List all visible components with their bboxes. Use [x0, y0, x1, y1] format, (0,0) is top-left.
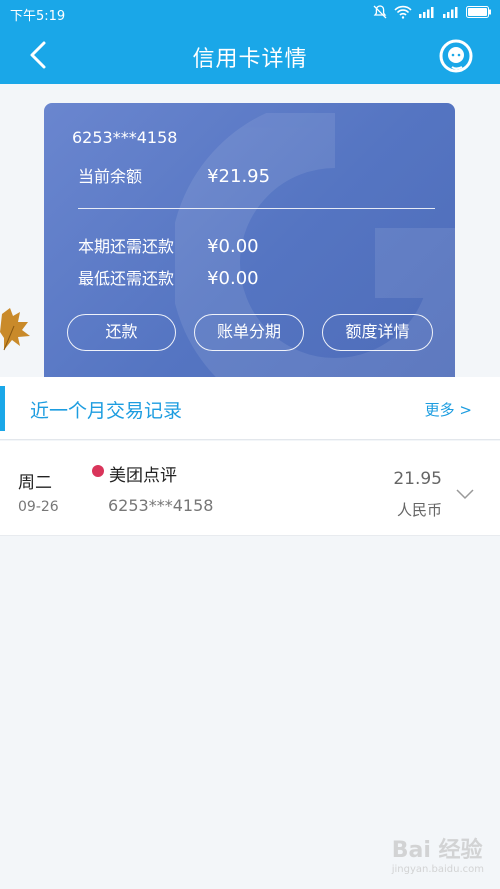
transactions-title: 近一个月交易记录: [30, 400, 183, 422]
card-number: 6253***4158: [72, 128, 178, 147]
app-header: 信用卡详情: [0, 27, 500, 84]
section-accent-bar: [0, 386, 5, 431]
signal-icon-2: [442, 6, 460, 22]
installment-button[interactable]: 账单分期: [194, 314, 304, 351]
transaction-day: 周二: [18, 473, 52, 493]
more-link[interactable]: 更多 >: [425, 399, 472, 420]
battery-icon: [466, 6, 492, 22]
due-row: 本期还需还款 ¥0.00: [78, 233, 259, 257]
transaction-card-number: 6253***4158: [108, 496, 214, 515]
balance-value: ¥21.95: [207, 166, 271, 187]
credit-card-panel: 6253***4158 当前余额 ¥21.95 本期还需还款 ¥0.00 最低还…: [44, 103, 455, 378]
card-divider: [78, 208, 435, 209]
status-icons: [372, 4, 492, 24]
due-label: 本期还需还款: [78, 237, 175, 256]
repay-button[interactable]: 还款: [67, 314, 176, 351]
transaction-merchant: 美团点评: [109, 466, 177, 486]
min-due-value: ¥0.00: [207, 268, 259, 289]
baidu-watermark: Bai 经验 jingyan.baidu.com: [392, 832, 484, 875]
min-due-row: 最低还需还款 ¥0.00: [78, 265, 259, 289]
chevron-down-icon[interactable]: [456, 488, 474, 500]
mute-bell-icon: [372, 4, 388, 24]
balance-label: 当前余额: [78, 167, 143, 186]
watermark-text: Bai 经验: [391, 838, 483, 863]
transaction-date: 09-26: [18, 499, 59, 515]
merchant-dot-icon: [92, 465, 104, 477]
transaction-currency: 人民币: [396, 501, 442, 519]
watermark-sub: jingyan.baidu.com: [391, 864, 484, 875]
wifi-icon: [394, 5, 412, 23]
signal-icon: [418, 6, 436, 22]
status-time: 下午5:19: [10, 9, 66, 24]
transaction-amount: 21.95: [393, 469, 442, 489]
status-bar: 下午5:19: [0, 0, 500, 27]
balance-row: 当前余额 ¥21.95: [78, 163, 270, 187]
maple-leaf-decoration: [0, 306, 32, 356]
transaction-row[interactable]: 周二 09-26 美团点评 6253***4158 21.95 人民币: [0, 441, 500, 536]
due-value: ¥0.00: [207, 236, 259, 257]
min-due-label: 最低还需还款: [78, 269, 175, 288]
headset-icon: [439, 39, 473, 73]
customer-service-button[interactable]: [438, 38, 474, 74]
limit-details-button[interactable]: 额度详情: [322, 314, 433, 351]
transactions-header: 近一个月交易记录 更多 >: [0, 377, 500, 440]
page-title: 信用卡详情: [192, 47, 308, 72]
